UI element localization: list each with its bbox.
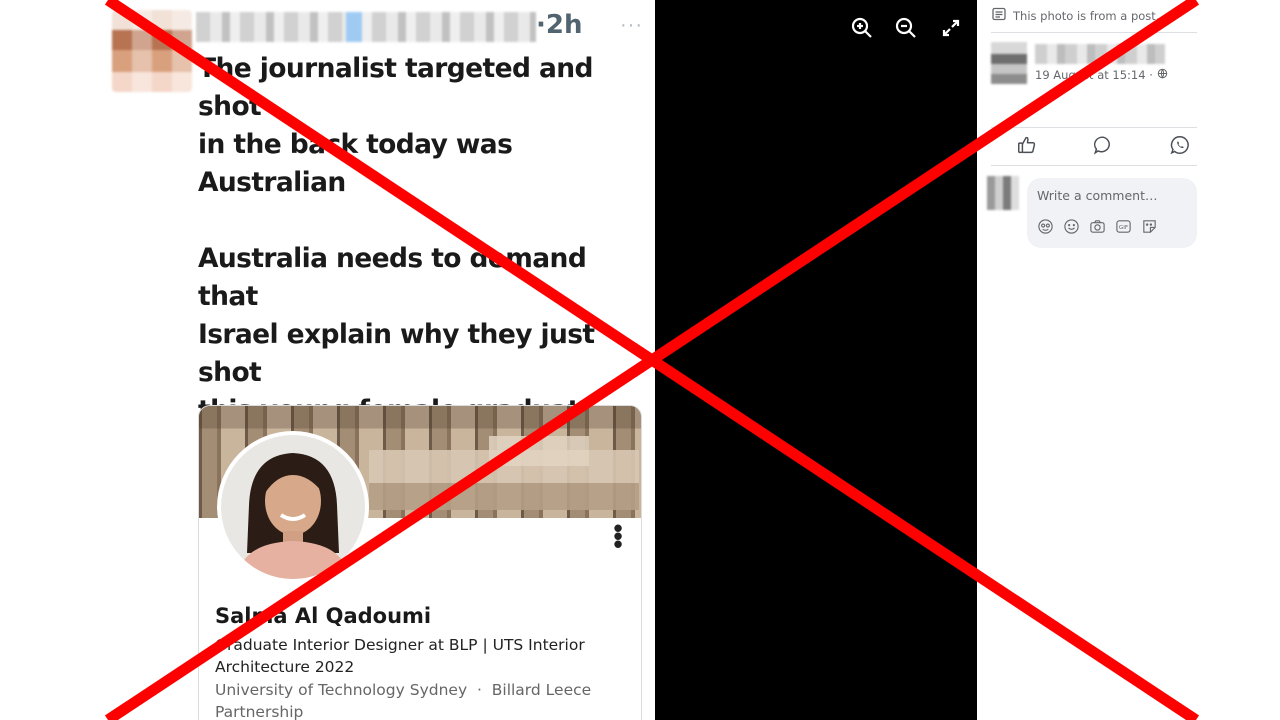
gif-icon[interactable]: GIF xyxy=(1115,218,1132,235)
post-note-text: This photo is from a post. xyxy=(1013,8,1160,23)
profile-education: University of Technology Sydney · Billar… xyxy=(215,681,592,720)
tweet-more-icon: ··· xyxy=(620,14,643,36)
post-author-avatar-blurred[interactable] xyxy=(991,42,1027,84)
profile-photo xyxy=(217,431,369,583)
post-note[interactable]: This photo is from a post. xyxy=(991,6,1159,25)
fullscreen-icon[interactable] xyxy=(939,16,963,40)
globe-icon xyxy=(1157,68,1168,82)
sticker-icon[interactable] xyxy=(1141,218,1158,235)
comment-placeholder: Write a comment… xyxy=(1037,188,1158,203)
like-icon[interactable] xyxy=(1016,134,1040,158)
tweet-author-avatar-blurred xyxy=(112,10,192,92)
camera-icon[interactable] xyxy=(1089,218,1106,235)
profile-card-menu-icon[interactable]: • • • xyxy=(613,515,623,557)
post-author-name-blurred[interactable] xyxy=(1035,44,1165,64)
post-actions xyxy=(977,134,1280,162)
post-date-text: 19 August at 15:14 · xyxy=(1035,68,1153,82)
profile-card: • • • Salma Al Qadoumi Graduate Interior D… xyxy=(198,405,642,720)
current-user-avatar-blurred xyxy=(987,176,1019,210)
comment-input[interactable]: Write a comment… GIF xyxy=(1027,178,1197,248)
divider xyxy=(991,32,1197,33)
profile-name: Salma Al Qadoumi xyxy=(215,604,432,628)
tweet-author-handle-blurred xyxy=(196,12,536,42)
left-margin xyxy=(0,0,104,720)
post-side-panel: This photo is from a post. 19 August at … xyxy=(977,0,1280,720)
post-icon xyxy=(991,6,1007,25)
divider xyxy=(991,165,1197,166)
zoom-in-icon[interactable] xyxy=(850,16,874,40)
comment-icon[interactable] xyxy=(1092,134,1116,158)
post-date: 19 August at 15:14 · xyxy=(1035,68,1168,82)
photo-viewer-background xyxy=(655,0,977,720)
whatsapp-icon[interactable] xyxy=(1169,134,1193,158)
zoom-out-icon[interactable] xyxy=(894,16,918,40)
divider xyxy=(991,127,1197,128)
avatar-sticker-icon[interactable] xyxy=(1037,218,1054,235)
emoji-icon[interactable] xyxy=(1063,218,1080,235)
profile-headline: Graduate Interior Designer at BLP | UTS … xyxy=(215,636,585,676)
comment-tools: GIF xyxy=(1037,218,1158,235)
svg-text:GIF: GIF xyxy=(1119,225,1128,231)
tweet-timestamp: ·2h xyxy=(536,10,583,40)
photo-panel: ·2h ··· The journalist targeted and shot… xyxy=(104,0,655,720)
